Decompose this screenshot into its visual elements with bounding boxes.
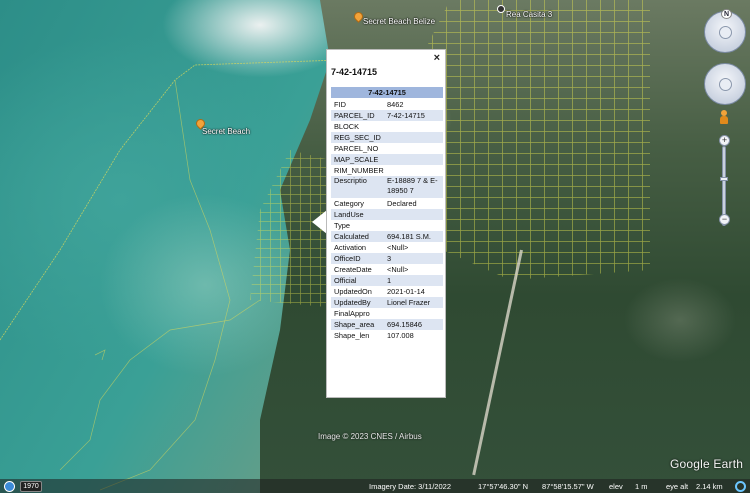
attribute-table: FID 8462 PARCEL_ID 7-42-14715 BLOCK REG_SE… [331,99,443,341]
table-row: Type [331,220,443,231]
attribute-value: 7-42-14715 [384,110,443,121]
street-view-pegman-icon[interactable] [720,110,728,124]
table-row: OfficeID 3 [331,253,443,264]
latitude-readout: 17°57'46.30" N [478,482,529,491]
compass-north-icon[interactable]: N [721,9,732,19]
table-row: FinalAppro [331,308,443,319]
attribute-value [384,121,443,132]
attribute-key: Shape_area [331,319,384,330]
eye-altitude-value: 2.14 km [696,482,723,491]
attribute-value: 694.15846 [384,319,443,330]
attribute-key: CreateDate [334,265,372,274]
attribute-value [384,143,443,154]
table-row: UpdatedBy Lionel Frazer [331,297,443,308]
attribute-value [384,165,443,176]
table-row: UpdatedOn 2021-01-14 [331,286,443,297]
table-row: PARCEL_ID 7-42-14715 [331,110,443,121]
eye-altitude-label: eye alt [666,482,689,491]
place-label[interactable]: Secret Beach [202,127,250,136]
attribute-value: 1 [384,275,443,286]
attribute-key: FID [334,100,346,109]
zoom-in-button[interactable]: + [719,135,730,146]
attribute-value [384,220,443,231]
eye-icon[interactable] [719,26,732,39]
look-joystick[interactable]: N [704,9,746,53]
table-row: CreateDate <Null> [331,264,443,275]
attribute-key: MAP_SCALE [331,154,384,165]
attribute-value: <Null> [387,243,409,252]
zoom-out-button[interactable]: − [719,214,730,225]
attribute-value [384,308,443,319]
popup-title: 7-42-14715 [331,67,378,77]
table-row: Shape_area 694.15846 [331,319,443,330]
place-label[interactable]: Rea Casita 3 [506,10,552,19]
table-row: BLOCK [331,121,443,132]
table-row: PARCEL_NO [331,143,443,154]
attribute-key: RIM_NUMBER [334,166,384,175]
imagery-date: Imagery Date: 3/11/2022 [369,482,451,491]
attribute-key: BLOCK [334,122,360,131]
attribute-value: 3 [384,253,443,264]
attribute-key: PARCEL_ID [331,110,384,121]
time-slider-year[interactable]: 1970 [20,481,42,492]
attribute-key: Official [331,275,384,286]
table-row: Official 1 [331,275,443,286]
attribute-value: Declared [387,199,417,208]
attribute-key: LandUse [331,209,384,220]
longitude-readout: 87°58'15.57" W [542,482,594,491]
attribute-value [384,209,443,220]
attribute-key: Shape_len [334,331,370,340]
attribute-key: REG_SEC_ID [331,132,384,143]
attribute-value: 2021-01-14 [387,287,425,296]
table-row: FID 8462 [331,99,443,110]
attribute-value: Lionel Frazer [384,297,443,308]
table-row: REG_SEC_ID [331,132,443,143]
attribute-value: <Null> [387,265,409,274]
attribute-key: Type [334,221,351,230]
table-row: RIM_NUMBER [331,165,443,176]
elevation-label: elev [609,482,623,491]
attribute-value: 8462 [387,100,404,109]
table-row: Shape_len 107.008 [331,330,443,341]
zoom-slider-thumb[interactable] [720,177,728,181]
historical-imagery-icon[interactable] [4,481,15,492]
attribute-value: 107.008 [387,331,414,340]
elevation-value: 1 m [635,482,648,491]
imagery-copyright: Image © 2023 CNES / Airbus [318,432,422,441]
table-row: Calculated 694.181 S.M. [331,231,443,242]
attribute-key: FinalAppro [334,309,370,318]
attribute-key: PARCEL_NO [334,144,379,153]
attribute-key: OfficeID [331,253,384,264]
attribute-value [384,154,443,165]
popup-table-header: 7-42-14715 [331,87,443,98]
poi-dot-icon[interactable] [497,5,505,13]
parcel-info-popup: × 7-42-14715 7-42-14715 FID 8462 PARCEL_I… [326,49,446,398]
place-pin-icon[interactable] [352,10,365,23]
close-icon[interactable]: × [434,52,440,64]
table-row: LandUse [331,209,443,220]
attribute-key: UpdatedOn [334,287,372,296]
streaming-status-icon [735,481,746,492]
attribute-key: Descriptio [331,176,384,198]
attribute-key: Activation [334,243,367,252]
attribute-value: E-18889 7 & E-18950 7 [384,176,443,198]
move-joystick[interactable] [704,63,746,105]
table-row: Category Declared [331,198,443,209]
attribute-value: 694.181 S.M. [384,231,443,242]
table-row: Descriptio E-18889 7 & E-18950 7 [331,176,443,198]
attribute-key: Calculated [331,231,384,242]
attribute-key: UpdatedBy [331,297,384,308]
hand-icon[interactable] [719,78,732,91]
table-row: MAP_SCALE [331,154,443,165]
status-bar: 1970 Imagery Date: 3/11/2022 17°57'46.30… [0,479,750,493]
table-row: Activation <Null> [331,242,443,253]
place-label[interactable]: Secret Beach Belize [363,17,435,26]
attribute-key: Category [334,199,364,208]
attribute-value [384,132,443,143]
popup-pointer [312,210,327,234]
google-earth-logo: Google Earth [670,457,744,471]
